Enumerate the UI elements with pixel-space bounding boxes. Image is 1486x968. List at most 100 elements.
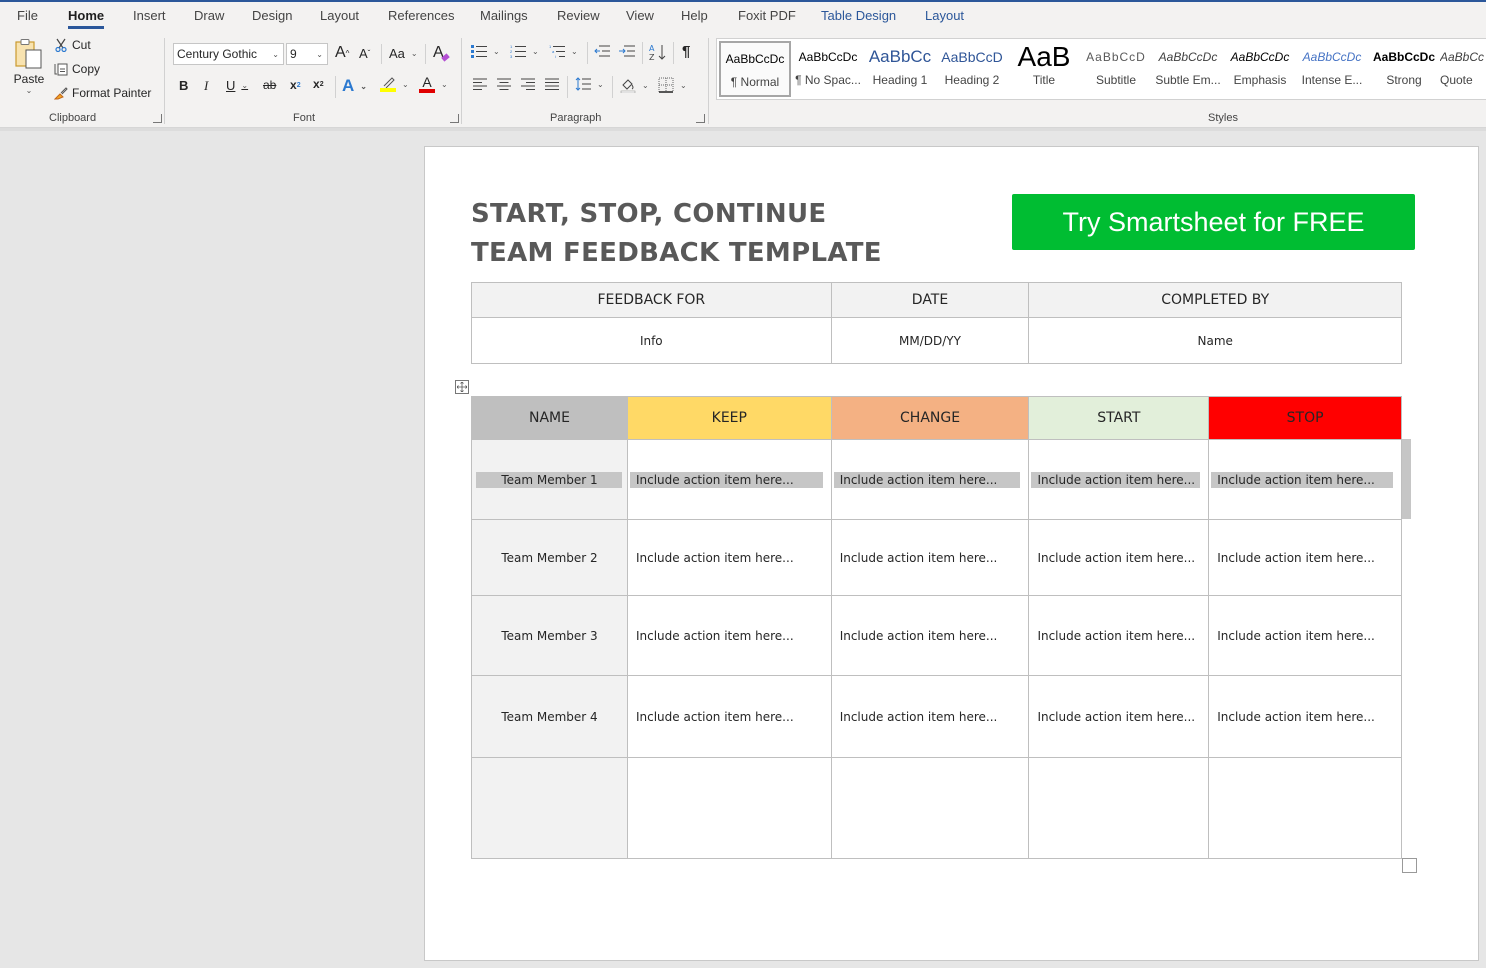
divider	[642, 42, 643, 64]
keep-cell[interactable]: Include action item here...	[626, 595, 832, 676]
subscript-button[interactable]: x2	[290, 78, 301, 92]
stop-cell[interactable]: Include action item here...	[1208, 519, 1402, 596]
team-member-cell[interactable]	[471, 757, 628, 859]
style-intense-emphasis[interactable]: AaBbCcDc Intense E...	[1296, 41, 1368, 97]
table-resize-handle[interactable]	[1402, 858, 1417, 873]
stop-cell[interactable]: Include action item here...	[1208, 595, 1402, 676]
document-page[interactable]: START, STOP, CONTINUE TEAM FEEDBACK TEMP…	[424, 146, 1479, 961]
grow-font-button[interactable]: A ^	[335, 44, 349, 62]
team-member-cell[interactable]: Team Member 2	[471, 519, 628, 596]
tab-layout[interactable]: Layout	[320, 8, 359, 23]
style-subtitle[interactable]: AaBbCcD Subtitle	[1080, 41, 1152, 97]
change-cell[interactable]	[830, 757, 1030, 859]
align-right-button[interactable]	[521, 78, 535, 90]
keep-cell[interactable]	[626, 757, 832, 859]
format-painter-button[interactable]: Format Painter	[54, 86, 151, 100]
keep-cell[interactable]: Include action item here...	[626, 675, 832, 758]
paragraph-dialog-launcher[interactable]	[696, 114, 705, 123]
font-size-combo[interactable]: 9 ⌄	[286, 43, 328, 65]
line-spacing-button[interactable]: ⌄	[575, 77, 604, 91]
team-member-cell[interactable]: Team Member 3	[471, 595, 628, 676]
increase-indent-button[interactable]	[619, 44, 635, 58]
paste-button[interactable]: Paste ⌄	[12, 38, 46, 95]
tab-foxit-pdf[interactable]: Foxit PDF	[738, 8, 796, 23]
shading-button[interactable]: ⌄	[620, 77, 649, 93]
chevron-down-icon: ⌄	[241, 81, 249, 90]
bullets-button[interactable]: ⌄	[471, 44, 500, 58]
keep-cell[interactable]: Include action item here...	[626, 519, 832, 596]
keep-cell[interactable]: Include action item here...	[626, 439, 832, 520]
table-move-handle[interactable]	[455, 380, 469, 394]
style-strong[interactable]: AaBbCcDc Strong	[1368, 41, 1440, 97]
strikethrough-button[interactable]: ab	[263, 78, 276, 92]
style-heading-2[interactable]: AaBbCcD Heading 2	[936, 41, 1008, 97]
show-formatting-button[interactable]: ¶	[682, 43, 690, 60]
team-member-cell[interactable]: Team Member 4	[471, 675, 628, 758]
style-no-spacing[interactable]: AaBbCcDc ¶ No Spac...	[792, 41, 864, 97]
decrease-indent-button[interactable]	[594, 44, 610, 58]
shrink-font-button[interactable]: Aˇ	[359, 46, 370, 61]
multilevel-list-button[interactable]: 1 a i ⌄	[549, 44, 578, 58]
borders-button[interactable]: ⌄	[658, 77, 687, 93]
try-smartsheet-button[interactable]: Try Smartsheet for FREE	[1012, 194, 1415, 250]
start-cell[interactable]: Include action item here...	[1028, 675, 1210, 758]
underline-button[interactable]: U ⌄	[226, 78, 248, 93]
justify-button[interactable]	[545, 78, 559, 90]
italic-button[interactable]: I	[204, 78, 208, 94]
change-cell[interactable]: Include action item here...	[830, 519, 1030, 596]
style-normal[interactable]: AaBbCcDc ¶ Normal	[719, 41, 791, 97]
tab-file[interactable]: File	[17, 8, 38, 23]
style-quote[interactable]: AaBbCc Quote	[1440, 41, 1486, 97]
superscript-button[interactable]: x2	[313, 77, 324, 91]
cut-button[interactable]: Cut	[54, 38, 91, 52]
style-title[interactable]: AaB Title	[1008, 41, 1080, 97]
clear-formatting-button[interactable]: A	[433, 44, 450, 62]
tab-review[interactable]: Review	[557, 8, 600, 23]
text-effects-button[interactable]: A ⌄	[342, 76, 367, 96]
date-value[interactable]: MM/DD/YY	[830, 317, 1030, 364]
font-name-combo[interactable]: Century Gothic ⌄	[173, 43, 284, 65]
tab-table-design[interactable]: Table Design	[821, 8, 896, 23]
stop-cell[interactable]	[1208, 757, 1402, 859]
tab-home[interactable]: Home	[68, 8, 105, 29]
team-member-cell[interactable]: Team Member 1	[471, 439, 628, 520]
style-subtle-emphasis[interactable]: AaBbCcDc Subtle Em...	[1152, 41, 1224, 97]
tab-design[interactable]: Design	[252, 8, 292, 23]
clipboard-dialog-launcher[interactable]	[153, 114, 162, 123]
start-cell[interactable]: Include action item here...	[1028, 519, 1210, 596]
start-cell[interactable]: Include action item here...	[1028, 439, 1210, 520]
svg-text:3: 3	[510, 54, 513, 58]
bold-button[interactable]: B	[179, 78, 188, 93]
change-cell[interactable]: Include action item here...	[830, 439, 1030, 520]
stop-cell[interactable]: Include action item here...	[1208, 675, 1402, 758]
start-cell[interactable]	[1028, 757, 1210, 859]
chevron-down-icon: ⌄	[272, 50, 279, 59]
numbering-button[interactable]: 1 2 3 ⌄	[510, 44, 539, 58]
tab-draw[interactable]: Draw	[194, 8, 224, 23]
change-case-button[interactable]: Aa ⌄	[389, 46, 418, 61]
tab-view[interactable]: View	[626, 8, 654, 23]
font-dialog-launcher[interactable]	[450, 114, 459, 123]
divider	[612, 76, 613, 98]
table-row: Team Member 1 Include action item here..…	[471, 439, 1402, 520]
start-cell[interactable]: Include action item here...	[1028, 595, 1210, 676]
change-cell[interactable]: Include action item here...	[830, 675, 1030, 758]
group-divider	[461, 38, 462, 124]
style-heading-1[interactable]: AaBbCc Heading 1	[864, 41, 936, 97]
feedback-for-value[interactable]: Info	[471, 317, 832, 364]
copy-button[interactable]: Copy	[54, 62, 100, 76]
highlight-color-button[interactable]: ⌄	[380, 76, 409, 92]
completed-by-value[interactable]: Name	[1028, 317, 1402, 364]
font-color-button[interactable]: A ⌄	[419, 75, 448, 93]
style-emphasis[interactable]: AaBbCcDc Emphasis	[1224, 41, 1296, 97]
change-cell[interactable]: Include action item here...	[830, 595, 1030, 676]
stop-cell[interactable]: Include action item here...	[1208, 439, 1402, 520]
sort-button[interactable]: AZ	[649, 43, 667, 61]
align-center-button[interactable]	[497, 78, 511, 90]
tab-insert[interactable]: Insert	[133, 8, 166, 23]
tab-mailings[interactable]: Mailings	[480, 8, 528, 23]
align-left-button[interactable]	[473, 78, 487, 90]
tab-table-layout[interactable]: Layout	[925, 8, 964, 23]
tab-references[interactable]: References	[388, 8, 454, 23]
tab-help[interactable]: Help	[681, 8, 708, 23]
